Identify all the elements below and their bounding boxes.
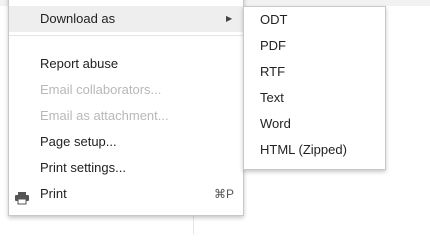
menu-item-email-collaborators-label: Email collaborators... <box>40 82 162 97</box>
file-menu: Download as ▶ Report abuse Email collabo… <box>8 0 244 216</box>
menu-item-report-abuse-label: Report abuse <box>40 56 119 71</box>
menu-item-page-setup-label: Page setup... <box>40 134 117 149</box>
submenu-item-rtf[interactable]: RTF <box>244 59 385 85</box>
menu-item-page-setup[interactable]: Page setup... <box>9 129 243 155</box>
submenu-item-pdf[interactable]: PDF <box>244 33 385 59</box>
menu-item-email-attachment: Email as attachment... <box>9 103 243 129</box>
submenu-item-odt[interactable]: ODT <box>244 7 385 33</box>
submenu-item-pdf-label: PDF <box>260 38 286 53</box>
submenu-item-odt-label: ODT <box>260 12 288 27</box>
arrow-right-icon: ▶ <box>226 14 233 23</box>
submenu-item-text-label: Text <box>260 90 284 105</box>
submenu-item-rtf-label: RTF <box>260 64 286 79</box>
menu-item-email-collaborators: Email collaborators... <box>9 77 243 103</box>
submenu-item-text[interactable]: Text <box>244 85 385 111</box>
menu-item-print[interactable]: Print ⌘P <box>9 181 243 207</box>
menu-item-download-as[interactable]: Download as ▶ <box>9 6 243 32</box>
menu-item-report-abuse[interactable]: Report abuse <box>9 51 243 77</box>
download-as-submenu: ODT PDF RTF Text Word HTML (Zipped) <box>243 6 386 170</box>
submenu-item-html-zipped[interactable]: HTML (Zipped) <box>244 137 385 163</box>
menu-item-email-attachment-label: Email as attachment... <box>40 108 169 123</box>
submenu-item-word[interactable]: Word <box>244 111 385 137</box>
submenu-item-word-label: Word <box>260 116 291 131</box>
menu-item-print-settings[interactable]: Print settings... <box>9 155 243 181</box>
submenu-item-html-zipped-label: HTML (Zipped) <box>260 142 347 157</box>
menu-item-print-settings-label: Print settings... <box>40 160 126 175</box>
menu-item-print-label: Print <box>40 186 67 201</box>
print-shortcut: ⌘P <box>213 187 234 201</box>
menu-item-download-as-label: Download as <box>40 11 116 26</box>
menu-separator <box>9 35 243 36</box>
printer-icon <box>14 188 30 205</box>
